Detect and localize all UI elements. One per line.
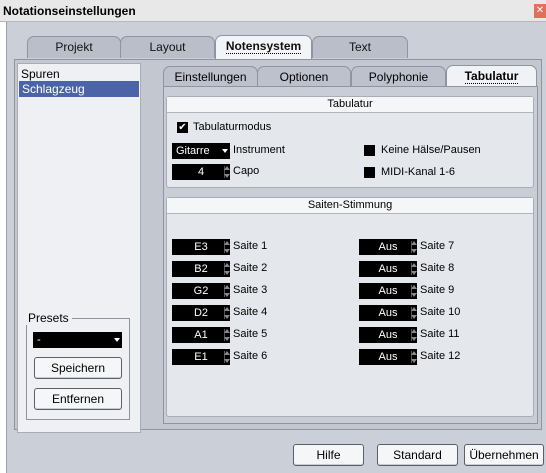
tabulaturmodus-label: Tabulaturmodus (193, 121, 272, 133)
spin-arrows-icon (224, 263, 230, 275)
string-right-label-2: Saite 8 (420, 262, 455, 274)
string-right-value-1[interactable]: Aus (359, 239, 417, 255)
instrument-label: Instrument (233, 144, 285, 156)
string-right-value-3[interactable]: Aus (359, 283, 417, 299)
spin-arrows-icon (224, 351, 230, 363)
tab-optionen[interactable]: Optionen (257, 66, 351, 87)
tab-polyphonie[interactable]: Polyphonie (351, 66, 446, 87)
presets-label: Presets (25, 311, 72, 325)
tuning-group-header: Saiten-Stimmung (167, 198, 533, 214)
dialog-body: Projekt Layout Notensystem Text Spuren S… (6, 22, 546, 473)
string-right-value-5[interactable]: Aus (359, 327, 417, 343)
spin-arrows-icon (224, 166, 230, 178)
spin-arrows-icon (411, 263, 417, 275)
string-left-label-3: Saite 3 (233, 284, 268, 296)
keine-haelse-label: Keine Hälse/Pausen (381, 144, 481, 156)
string-left-label-2: Saite 2 (233, 262, 268, 274)
tab-einstellungen[interactable]: Einstellungen (163, 66, 258, 87)
string-right-label-4: Saite 10 (420, 306, 461, 318)
spin-arrows-icon (224, 241, 230, 253)
tabulatur-group-header: Tabulatur (167, 97, 533, 113)
help-button[interactable]: Hilfe (293, 444, 364, 466)
tab-notensystem[interactable]: Notensystem (215, 35, 312, 59)
instrument-select[interactable]: Gitarre (172, 143, 230, 159)
string-right-label-6: Saite 12 (420, 350, 461, 362)
midi-kanal-label: MIDI-Kanal 1-6 (381, 166, 455, 178)
preset-select[interactable]: - (33, 332, 122, 348)
spin-arrows-icon (224, 307, 230, 319)
capo-label: Capo (233, 165, 260, 177)
spin-arrows-icon (411, 351, 417, 363)
string-right-label-1: Saite 7 (420, 240, 455, 252)
check-icon: ✔ (178, 122, 187, 133)
spin-arrows-icon (411, 329, 417, 341)
tabulaturmodus-checkbox[interactable]: ✔ (177, 122, 188, 133)
string-right-value-6[interactable]: Aus (359, 349, 417, 365)
string-left-label-4: Saite 4 (233, 306, 268, 318)
track-item-schlagzeug[interactable]: Schlagzeug (19, 81, 139, 97)
apply-button[interactable]: Übernehmen (464, 444, 544, 466)
string-left-value-1[interactable]: E3 (172, 239, 230, 255)
string-left-label-6: Saite 6 (233, 350, 268, 362)
spin-arrows-icon (411, 285, 417, 297)
spin-arrows-icon (411, 307, 417, 319)
close-icon[interactable]: ✕ (534, 4, 546, 18)
spin-arrows-icon (411, 241, 417, 253)
tracks-header: Spuren (21, 67, 60, 81)
title-bar: Notationseinstellungen ✕ (0, 0, 546, 22)
chevron-down-icon (114, 338, 120, 342)
tab-projekt[interactable]: Projekt (27, 36, 121, 58)
string-right-label-5: Saite 11 (420, 328, 460, 340)
string-right-value-4[interactable]: Aus (359, 305, 417, 321)
window-title: Notationseinstellungen (3, 4, 136, 18)
tab-tabulatur[interactable]: Tabulatur (446, 65, 537, 88)
string-left-value-5[interactable]: A1 (172, 327, 230, 343)
chevron-down-icon (222, 149, 228, 153)
tab-text[interactable]: Text (312, 36, 408, 58)
midi-kanal-checkbox[interactable] (364, 167, 375, 178)
save-preset-button[interactable]: Speichern (34, 357, 122, 379)
string-left-value-4[interactable]: D2 (172, 305, 230, 321)
keine-haelse-checkbox[interactable] (364, 145, 375, 156)
string-left-value-6[interactable]: E1 (172, 349, 230, 365)
string-right-value-2[interactable]: Aus (359, 261, 417, 277)
string-right-label-3: Saite 9 (420, 284, 455, 296)
spin-arrows-icon (224, 285, 230, 297)
capo-stepper[interactable]: 4 (172, 164, 230, 180)
spin-arrows-icon (224, 329, 230, 341)
standard-button[interactable]: Standard (377, 444, 458, 466)
remove-preset-button[interactable]: Entfernen (34, 388, 122, 410)
string-left-value-3[interactable]: G2 (172, 283, 230, 299)
string-left-label-5: Saite 5 (233, 328, 268, 340)
string-left-value-2[interactable]: B2 (172, 261, 230, 277)
tab-layout[interactable]: Layout (120, 36, 215, 58)
string-left-label-1: Saite 1 (233, 240, 268, 252)
